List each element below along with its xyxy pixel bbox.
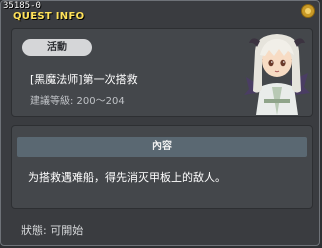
quest-info-window: 35185-0 QUEST INFO 活動 [黑魔法师]第一次搭救 建議等級: … [0,0,320,246]
quest-id: 35185-0 [3,1,41,11]
npc-portrait-icon [244,34,310,115]
close-button[interactable] [301,4,315,18]
quest-summary-panel: 活動 [黑魔法师]第一次搭救 建議等級: 200～204 [11,28,313,117]
level-requirement: 建議等級: 200～204 [30,96,125,107]
window-title: QUEST INFO [13,11,85,22]
quest-name: [黑魔法师]第一次搭救 [30,73,138,86]
quest-status: 狀態: 可開始 [21,224,84,237]
quest-category-tag: 活動 [22,39,92,56]
content-header: 內容 [17,137,307,157]
quest-content-panel: 內容 为搭救遇难船，得先消灭甲板上的敌人。 [11,125,313,209]
content-text: 为搭救遇难船，得先消灭甲板上的敌人。 [28,171,226,184]
